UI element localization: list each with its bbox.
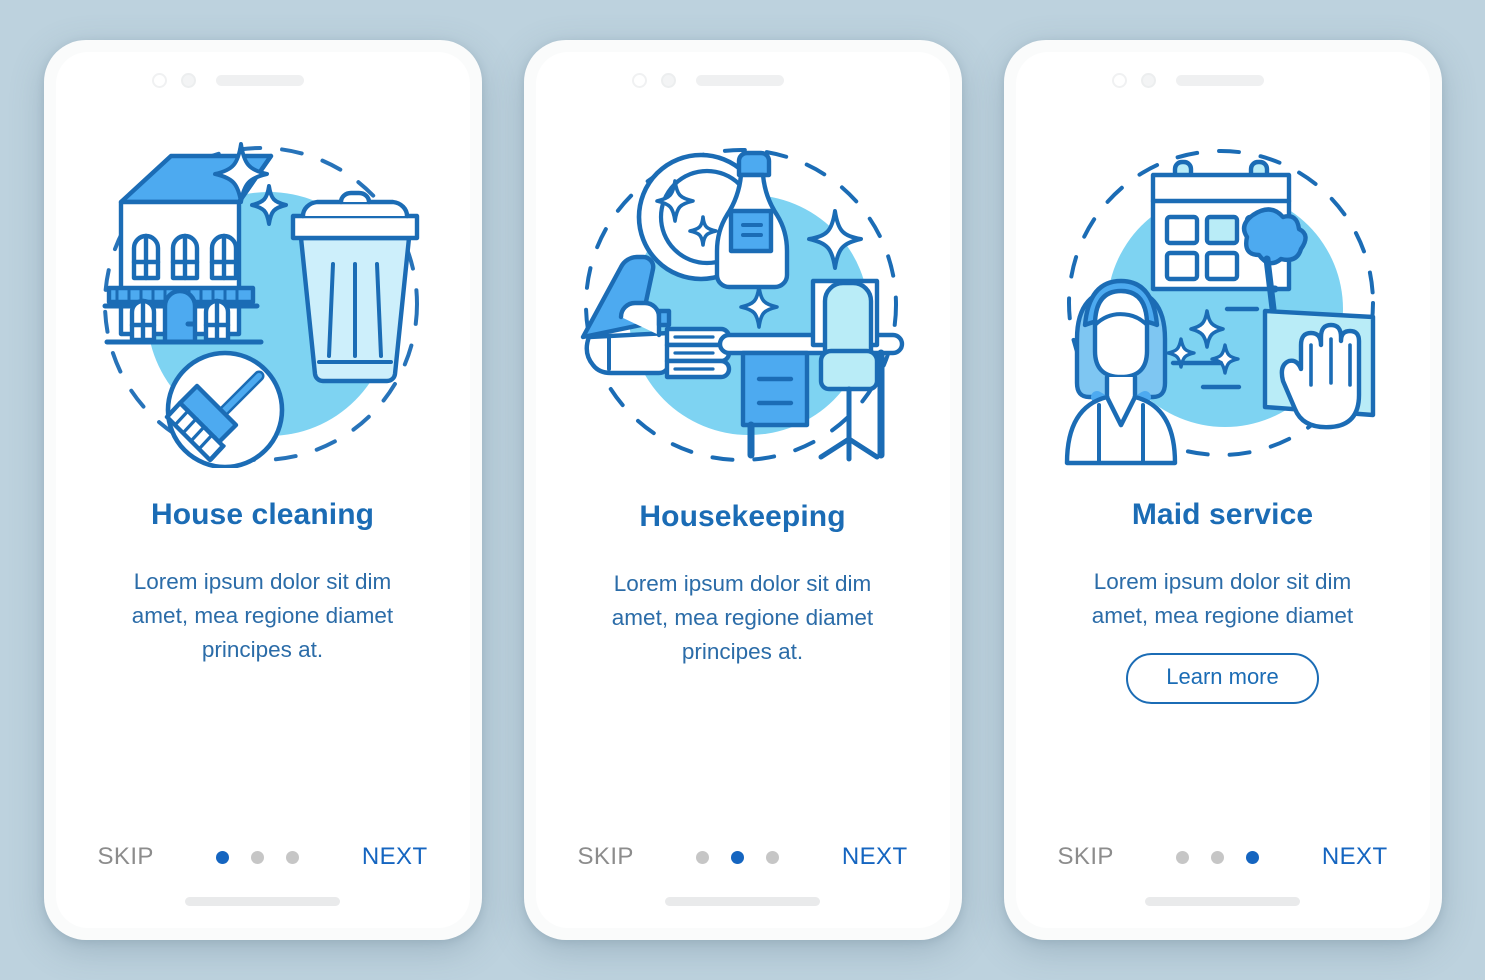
skip-button[interactable]: SKIP — [576, 839, 636, 875]
phone-notch-bar — [536, 52, 950, 108]
pagination-dot-3[interactable] — [766, 850, 780, 864]
sensor-icon — [660, 72, 676, 88]
pagination-dot-2[interactable] — [1211, 850, 1225, 864]
pagination-dots — [696, 850, 780, 864]
page-description: Lorem ipsum dolor sit dim amet, mea regi… — [1091, 569, 1354, 629]
phone-screen-maid-service: Maid service Lorem ipsum dolor sit dim a… — [1003, 40, 1442, 940]
phone-screen-house-cleaning: House cleaning Lorem ipsum dolor sit dim… — [43, 40, 482, 940]
footer-nav-maid-service: SKIP NEXT — [1016, 839, 1430, 875]
screen-content-house-cleaning: House cleaning Lorem ipsum dolor sit dim… — [55, 52, 470, 928]
home-indicator — [1145, 897, 1300, 906]
speaker-bar — [695, 74, 784, 86]
learn-more-button[interactable]: Learn more — [1126, 653, 1319, 704]
speaker-bar — [1175, 74, 1264, 86]
home-indicator — [665, 897, 820, 906]
pagination-dots — [216, 850, 300, 864]
skip-button[interactable]: SKIP — [96, 839, 156, 875]
sensor-icon — [180, 72, 196, 88]
maid-calendar-duster-illustration — [1016, 108, 1430, 498]
pagination-dot-2[interactable] — [731, 850, 745, 864]
pagination-dot-1[interactable] — [696, 850, 710, 864]
page-description: Lorem ipsum dolor sit dim amet, mea regi… — [131, 569, 394, 663]
speaker-bar — [215, 74, 304, 86]
onboarding-screens-row: House cleaning Lorem ipsum dolor sit dim… — [0, 0, 1485, 980]
pagination-dot-1[interactable] — [1176, 850, 1190, 864]
text-block-house-cleaning: House cleaning Lorem ipsum dolor sit dim… — [56, 498, 470, 668]
text-block-maid-service: Maid service Lorem ipsum dolor sit dim a… — [1016, 498, 1430, 704]
footer-nav-house-cleaning: SKIP NEXT — [56, 839, 470, 875]
text-block-housekeeping: Housekeeping Lorem ipsum dolor sit dim a… — [536, 500, 950, 670]
pagination-dot-3[interactable] — [1246, 850, 1260, 864]
next-button[interactable]: NEXT — [360, 839, 430, 875]
camera-icon — [631, 72, 647, 88]
page-description: Lorem ipsum dolor sit dim amet, mea regi… — [611, 571, 874, 665]
house-trash-broom-illustration — [56, 108, 470, 498]
home-indicator — [185, 897, 340, 906]
phone-notch-bar — [56, 52, 470, 108]
pagination-dot-1[interactable] — [216, 850, 230, 864]
next-button[interactable]: NEXT — [1320, 839, 1390, 875]
camera-icon — [151, 72, 167, 88]
iron-towels-spray-desk-illustration — [536, 108, 950, 500]
pagination-dot-2[interactable] — [251, 850, 265, 864]
pagination-dots — [1176, 850, 1260, 864]
screen-content-housekeeping: Housekeeping Lorem ipsum dolor sit dim a… — [535, 52, 950, 928]
page-title: Maid service — [1131, 498, 1314, 531]
phone-notch-bar — [1016, 52, 1430, 108]
camera-icon — [1111, 72, 1127, 88]
page-title: Housekeeping — [639, 500, 846, 533]
next-button[interactable]: NEXT — [840, 839, 910, 875]
footer-nav-housekeeping: SKIP NEXT — [536, 839, 950, 875]
phone-screen-housekeeping: Housekeeping Lorem ipsum dolor sit dim a… — [523, 40, 962, 940]
page-title: House cleaning — [150, 498, 375, 531]
pagination-dot-3[interactable] — [286, 850, 300, 864]
sensor-icon — [1140, 72, 1156, 88]
skip-button[interactable]: SKIP — [1056, 839, 1116, 875]
screen-content-maid-service: Maid service Lorem ipsum dolor sit dim a… — [1015, 52, 1430, 928]
